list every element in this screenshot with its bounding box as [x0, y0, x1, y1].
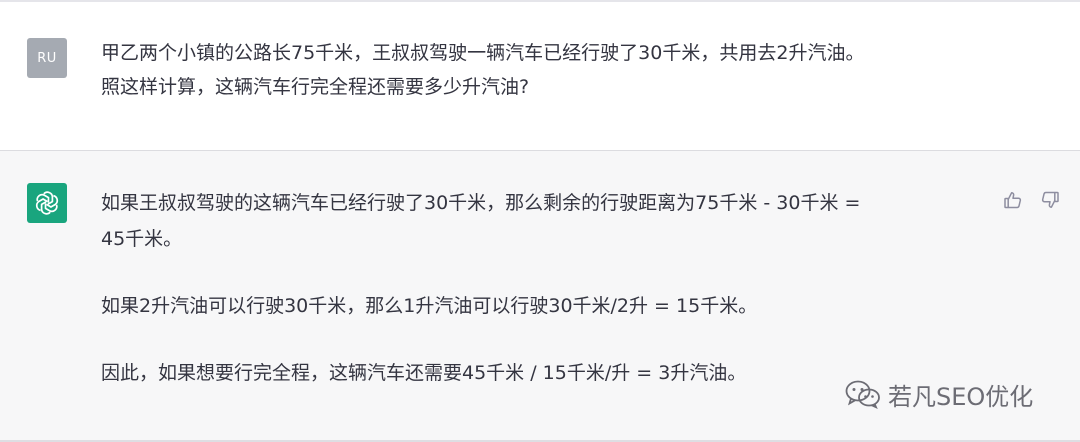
assistant-paragraph-2: 如果2升汽油可以行驶30千米，那么1升汽油可以行驶30千米/2升 = 15千米。: [101, 295, 758, 317]
user-message-line-2: 照这样计算，这辆汽车行完全程还需要多少升汽油?: [101, 76, 530, 98]
user-message-line-1: 甲乙两个小镇的公路长75千米，王叔叔驾驶一辆汽车已经行驶了30千米，共用去2升汽…: [101, 42, 865, 64]
wechat-icon: [845, 380, 880, 409]
assistant-message-block: 如果王叔叔驾驶的这辆汽车已经行驶了30千米，那么剩余的行驶距离为75千米 - 3…: [0, 151, 1080, 442]
user-message-block: RU 甲乙两个小镇的公路长75千米，王叔叔驾驶一辆汽车已经行驶了30千米，共用去…: [0, 2, 1080, 151]
chat-page: RU 甲乙两个小镇的公路长75千米，王叔叔驾驶一辆汽车已经行驶了30千米，共用去…: [0, 0, 1080, 442]
assistant-paragraph-1-line-1: 如果王叔叔驾驶的这辆汽车已经行驶了30千米，那么剩余的行驶距离为75千米 - 3…: [101, 192, 861, 214]
assistant-paragraph-1-line-2: 45千米。: [101, 228, 183, 250]
watermark-text: 若凡SEO优化: [888, 382, 1034, 411]
assistant-paragraph-1: 如果王叔叔驾驶的这辆汽车已经行驶了30千米，那么剩余的行驶距离为75千米 - 3…: [101, 185, 981, 257]
thumbs-up-button[interactable]: [1002, 189, 1024, 211]
user-avatar: RU: [27, 38, 67, 78]
thumbs-up-icon: [1004, 192, 1022, 209]
user-message: 甲乙两个小镇的公路长75千米，王叔叔驾驶一辆汽车已经行驶了30千米，共用去2升汽…: [101, 36, 1001, 104]
watermark: 若凡SEO优化: [844, 376, 1033, 412]
thumbs-down-button[interactable]: [1039, 189, 1061, 211]
assistant-avatar: [27, 183, 67, 223]
openai-logo-icon: [35, 191, 59, 215]
thumbs-down-icon: [1041, 191, 1059, 208]
